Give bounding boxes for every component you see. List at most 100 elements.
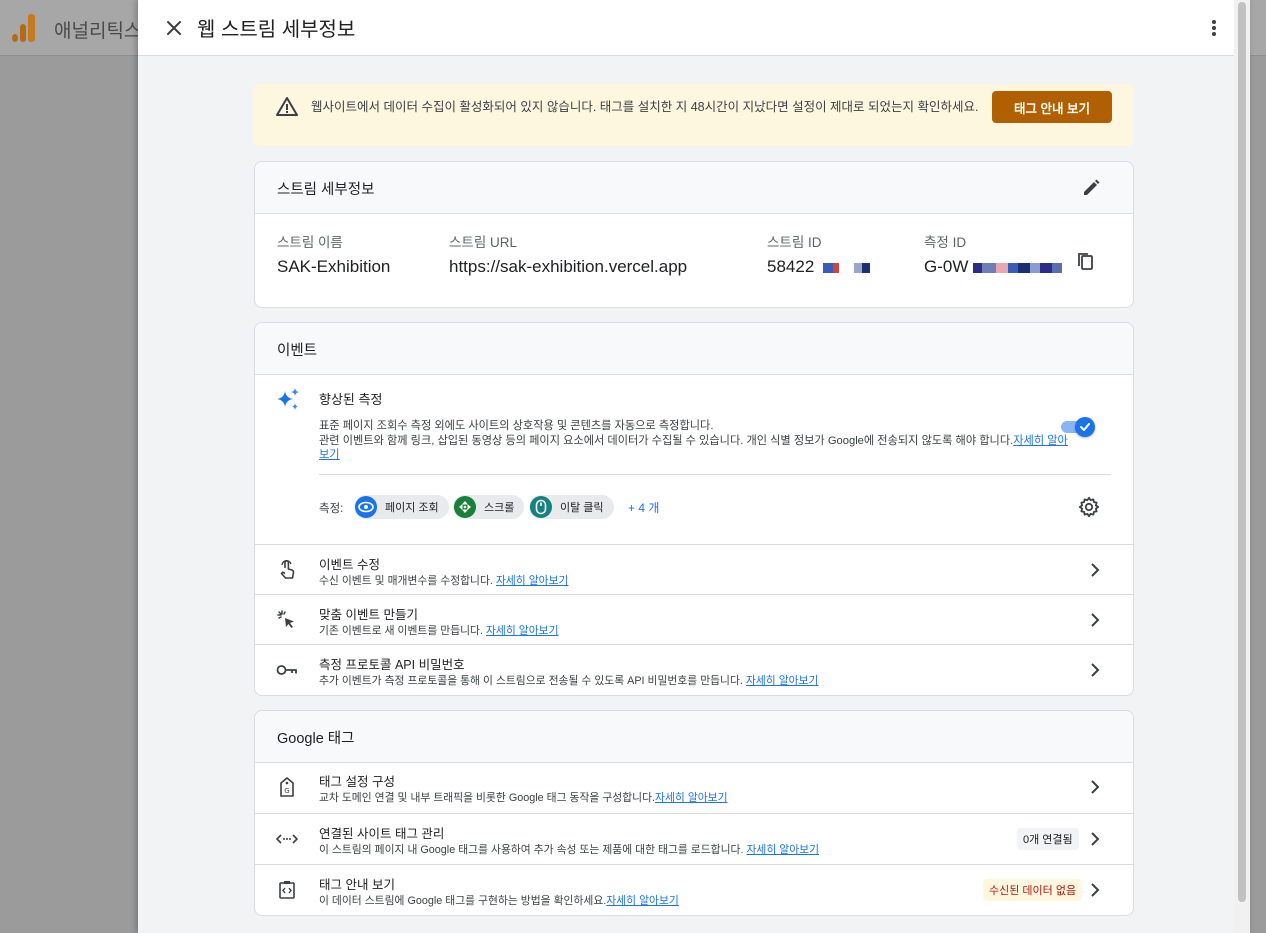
no-data-received-badge: 수신된 데이터 없음 <box>983 879 1083 901</box>
chip-label: 이탈 클릭 <box>560 502 604 514</box>
row-subtitle: 추가 이벤트가 측정 프로토콜을 통해 이 스트림으로 전송될 수 있도록 AP… <box>319 675 819 687</box>
web-stream-details-panel: 웹 스트림 세부정보 웹사이트에서 데이터 수집이 활성화되어 있지 않습니다.… <box>138 0 1250 933</box>
stream-url-field: 스트림 URL https://sak-exhibition.vercel.ap… <box>449 231 687 277</box>
chip-outbound-click[interactable]: 이탈 클릭 <box>529 495 614 519</box>
close-icon <box>167 21 181 35</box>
stream-details-card: 스트림 세부정보 스트림 이름 SAK-Exhibition 스트림 URL h… <box>254 161 1134 308</box>
learn-more-link[interactable]: 자세히 알아보기 <box>655 792 728 804</box>
row-subtitle: 이 스트림의 페이지 내 Google 태그를 사용하여 추가 속성 또는 제품… <box>319 844 819 856</box>
chevron-right-icon <box>1091 613 1100 627</box>
app-title: 애널리틱스 <box>54 21 142 42</box>
stream-name-value: SAK-Exhibition <box>277 257 391 276</box>
edit-stream-button[interactable] <box>1079 176 1103 200</box>
stream-id-label: 스트림 ID <box>767 235 822 250</box>
tag-icon: G <box>275 775 299 799</box>
code-arrows-icon <box>275 827 299 851</box>
chevron-right-icon <box>1091 780 1100 794</box>
svg-text:G: G <box>284 787 289 795</box>
redacted-measurement-id <box>973 257 1063 276</box>
row-subtitle: 이 데이터 스트림에 Google 태그를 구현하는 방법을 확인하세요.자세히… <box>319 895 679 907</box>
row-modify-events[interactable]: 이벤트 수정 수신 이벤트 및 매개변수를 수정합니다. 자세히 알아보기 <box>255 544 1133 594</box>
enhanced-measurement-description: 표준 페이지 조회수 측정 외에도 사이트의 상호작용 및 콘텐츠를 자동으로 … <box>319 419 1074 463</box>
copy-icon <box>1078 253 1093 270</box>
eye-icon <box>355 496 377 518</box>
data-collection-warning: 웹사이트에서 데이터 수집이 활성화되어 있지 않습니다. 태그를 설치한 지 … <box>254 84 1134 146</box>
panel-title: 웹 스트림 세부정보 <box>197 19 356 41</box>
stream-name-field: 스트림 이름 SAK-Exhibition <box>277 231 390 277</box>
enhanced-divider <box>319 474 1111 475</box>
chip-scroll[interactable]: 스크롤 <box>453 495 525 519</box>
learn-more-link[interactable]: 자세히 알아보기 <box>606 895 679 907</box>
measurement-id-value: G-0W <box>924 257 969 276</box>
stream-details-header: 스트림 세부정보 <box>255 162 1133 214</box>
google-tag-card: Google 태그 G 태그 설정 구성 교차 도메인 연결 및 내부 트래픽을… <box>254 710 1134 916</box>
chevron-right-icon <box>1091 832 1100 846</box>
redacted-stream-id <box>819 257 870 276</box>
warning-text: 웹사이트에서 데이터 수집이 활성화되어 있지 않습니다. 태그를 설치한 지 … <box>311 100 979 114</box>
copy-measurement-id-button[interactable] <box>1077 252 1099 274</box>
stream-url-value: https://sak-exhibition.vercel.app <box>449 257 688 276</box>
events-header: 이벤트 <box>255 323 1133 375</box>
row-title: 태그 안내 보기 <box>319 878 395 892</box>
row-title: 연결된 사이트 태그 관리 <box>319 827 445 841</box>
row-title: 측정 프로토콜 API 비밀번호 <box>319 658 465 672</box>
google-tag-title: Google 태그 <box>277 731 355 747</box>
row-manage-connected-site-tags[interactable]: 연결된 사이트 태그 관리 이 스트림의 페이지 내 Google 태그를 사용… <box>255 813 1133 863</box>
events-card: 이벤트 향상된 측정 표준 페이지 조회수 측정 외에도 사이트의 상호작용 및… <box>254 322 1134 696</box>
row-subtitle: 수신 이벤트 및 매개변수를 수정합니다. 자세히 알아보기 <box>319 575 569 587</box>
stream-url-label: 스트림 URL <box>449 235 518 250</box>
gear-icon <box>1078 496 1100 518</box>
stream-id-row: 58422 <box>767 257 870 277</box>
code-tag-icon <box>275 878 299 902</box>
row-title: 맞춤 이벤트 만들기 <box>319 608 418 622</box>
touch-icon <box>275 558 299 582</box>
learn-more-link[interactable]: 자세히 알아보기 <box>746 675 819 687</box>
panel-header: 웹 스트림 세부정보 <box>138 0 1250 56</box>
cursor-click-icon <box>275 608 299 632</box>
sparkle-icon <box>277 388 299 410</box>
learn-more-link[interactable]: 자세히 알아보기 <box>746 844 819 856</box>
learn-more-link[interactable]: 자세히 알아보기 <box>486 625 559 637</box>
row-create-custom-event[interactable]: 맞춤 이벤트 만들기 기존 이벤트로 새 이벤트를 만듭니다. 자세히 알아보기 <box>255 594 1133 644</box>
measure-label: 측정: <box>319 503 344 515</box>
chip-label: 스크롤 <box>484 502 515 514</box>
stream-details-title: 스트림 세부정보 <box>277 182 375 198</box>
more-measurements-link[interactable]: + 4 개 <box>628 499 659 516</box>
scroll-icon <box>454 496 476 518</box>
close-button[interactable] <box>160 14 188 42</box>
row-subtitle: 기존 이벤트로 새 이벤트를 만듭니다. 자세히 알아보기 <box>319 625 559 637</box>
events-title: 이벤트 <box>277 343 318 359</box>
scrollbar-thumb[interactable] <box>1238 2 1246 902</box>
stream-name-label: 스트림 이름 <box>277 235 343 250</box>
row-configure-tag-settings[interactable]: G 태그 설정 구성 교차 도메인 연결 및 내부 트래픽을 비롯한 Googl… <box>255 762 1133 812</box>
view-tag-instructions-button[interactable]: 태그 안내 보기 <box>992 91 1112 123</box>
row-subtitle: 교차 도메인 연결 및 내부 트래픽을 비롯한 Google 태그 동작을 구성… <box>319 792 728 804</box>
row-view-tag-instructions[interactable]: 태그 안내 보기 이 데이터 스트림에 Google 태그를 구현하는 방법을 … <box>255 864 1133 914</box>
connected-count-badge: 0개 연결됨 <box>1017 828 1079 850</box>
mouse-icon <box>530 496 552 518</box>
analytics-logo-icon <box>12 12 38 42</box>
check-icon <box>1080 423 1090 431</box>
row-title: 태그 설정 구성 <box>319 775 395 789</box>
row-measurement-protocol-secrets[interactable]: 측정 프로토콜 API 비밀번호 추가 이벤트가 측정 프로토콜을 통해 이 스… <box>255 644 1133 694</box>
chip-label: 페이지 조회 <box>385 502 439 514</box>
enhanced-measurement-title: 향상된 측정 <box>319 392 383 407</box>
row-title: 이벤트 수정 <box>319 558 380 572</box>
enhanced-measurement-toggle[interactable] <box>1061 417 1095 437</box>
measurement-id-row: G-0W <box>924 257 1063 277</box>
chevron-right-icon <box>1091 883 1100 897</box>
more-vert-icon <box>1212 20 1216 36</box>
enhanced-desc-line1: 표준 페이지 조회수 측정 외에도 사이트의 상호작용 및 콘텐츠를 자동으로 … <box>319 420 714 432</box>
panel-scrollbar[interactable] <box>1234 0 1250 933</box>
enhanced-desc-line2: 관련 이벤트와 함께 링크, 삽입된 동영상 등의 페이지 요소에서 데이터가 … <box>319 434 1068 462</box>
learn-more-link[interactable]: 자세히 알아보기 <box>496 575 569 587</box>
chevron-right-icon <box>1091 563 1100 577</box>
google-tag-header: Google 태그 <box>255 711 1133 763</box>
enhanced-measurement-settings-button[interactable] <box>1078 496 1100 518</box>
chip-page-view[interactable]: 페이지 조회 <box>354 495 449 519</box>
more-options-button[interactable] <box>1200 14 1228 42</box>
stream-id-value: 58422 <box>767 257 815 276</box>
key-icon <box>275 658 299 682</box>
measurement-id-label: 측정 ID <box>924 235 967 250</box>
chevron-right-icon <box>1091 663 1100 677</box>
